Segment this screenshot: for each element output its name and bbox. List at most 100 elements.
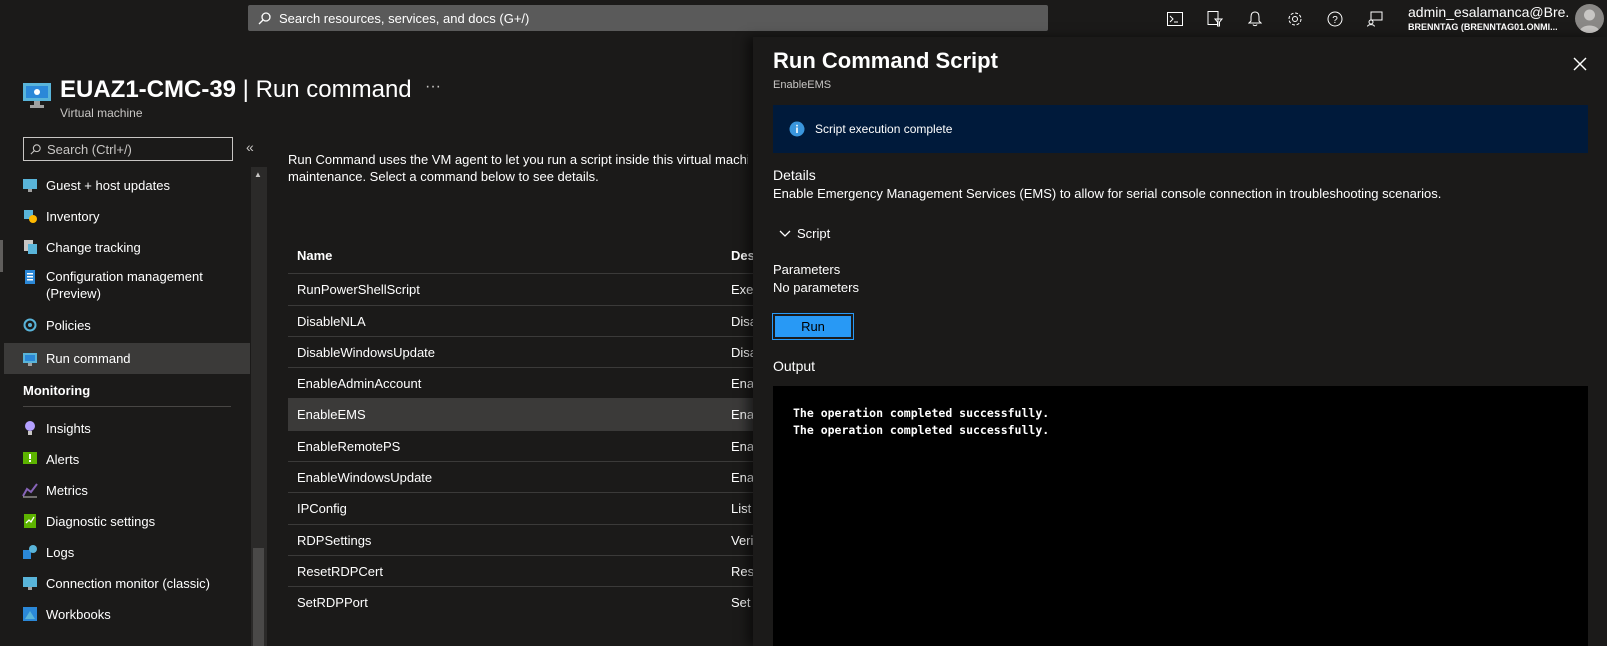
sidebar-divider [23, 406, 231, 407]
metrics-icon [22, 482, 38, 498]
sidebar-item-guest-host-updates[interactable]: Guest + host updates [4, 172, 250, 198]
collapse-sidebar-button[interactable]: « [246, 139, 254, 155]
global-search-placeholder: Search resources, services, and docs (G+… [279, 10, 530, 26]
command-name: RDPSettings [297, 533, 372, 548]
cloud-shell-icon[interactable] [1155, 7, 1195, 31]
info-message-bar: Script execution complete [773, 105, 1588, 153]
sidebar-item-label: Metrics [46, 482, 88, 498]
output-console[interactable]: The operation completed successfully. Th… [773, 386, 1588, 646]
sidebar-item-configuration-management[interactable]: Configuration management (Preview) [4, 265, 250, 305]
blade-title: | Run command [236, 76, 412, 103]
sidebar-scrollbar-thumb[interactable] [253, 548, 264, 646]
configuration-management-icon [22, 269, 38, 285]
table-row[interactable]: EnableWindowsUpdate Enab [288, 461, 761, 493]
sidebar-item-label: Connection monitor (classic) [46, 575, 211, 591]
sidebar-item-label: Workbooks [46, 606, 111, 622]
sidebar-item-label: Policies [46, 317, 91, 333]
script-label: Script [797, 226, 831, 241]
page-subtitle: Virtual machine [60, 106, 143, 120]
sidebar-item-change-tracking[interactable]: Change tracking [4, 234, 250, 260]
sidebar-item-policies[interactable]: Policies [4, 312, 250, 338]
left-edge-accent [0, 240, 3, 272]
global-search-input[interactable]: Search resources, services, and docs (G+… [248, 5, 1048, 31]
sidebar-item-connection-monitor[interactable]: Connection monitor (classic) [4, 570, 250, 596]
table-row[interactable]: EnableAdminAccount Enab [288, 367, 761, 399]
command-name: SetRDPPort [297, 595, 368, 610]
account-name: admin_esalamanca@Bre... [1408, 4, 1568, 20]
panel-subtitle: EnableEMS [773, 79, 832, 91]
more-options-button[interactable]: ··· [425, 78, 441, 96]
info-message-text: Script execution complete [815, 122, 953, 136]
directory-filter-icon[interactable] [1195, 7, 1235, 31]
sidebar-item-alerts[interactable]: Alerts [4, 446, 250, 472]
settings-icon[interactable] [1275, 7, 1315, 31]
alerts-icon [22, 451, 38, 467]
table-row[interactable]: EnableRemotePS Enab [288, 430, 761, 462]
chevron-down-icon [779, 230, 791, 238]
command-name: ResetRDPCert [297, 564, 383, 579]
info-icon [789, 121, 805, 137]
sidebar-item-inventory[interactable]: Inventory [4, 203, 250, 229]
virtual-machine-icon [22, 80, 52, 110]
table-row[interactable]: DisableWindowsUpdate Disa [288, 336, 757, 368]
search-icon [30, 143, 41, 155]
sidebar-item-label: Inventory [46, 208, 100, 224]
table-row[interactable]: RunPowerShellScript Exec [288, 273, 760, 305]
notifications-icon[interactable] [1235, 7, 1275, 31]
parameters-label: Parameters [773, 262, 841, 277]
page-title: EUAZ1-CMC-39 | Run command [60, 76, 412, 104]
svg-text:?: ? [1332, 15, 1338, 26]
table-row[interactable]: IPConfig List [288, 492, 754, 524]
table-row[interactable]: RDPSettings Veri [288, 524, 754, 556]
parameters-text: No parameters [773, 280, 859, 295]
command-name: IPConfig [297, 501, 347, 516]
search-icon [258, 11, 271, 25]
table-row-selected[interactable]: EnableEMS Enab [288, 398, 761, 430]
sidebar-section-monitoring: Monitoring [23, 383, 91, 398]
column-header-description[interactable]: Des [731, 248, 755, 263]
command-name: EnableAdminAccount [297, 376, 422, 391]
sidebar-search-input[interactable]: Search (Ctrl+/) [23, 137, 233, 161]
panel-title: Run Command Script [773, 48, 998, 73]
output-label: Output [773, 358, 816, 374]
description-line-2: maintenance. Select a command below to s… [288, 169, 599, 184]
sidebar-item-workbooks[interactable]: Workbooks [4, 601, 250, 627]
run-button[interactable]: Run [772, 313, 854, 340]
description-line-1: Run Command uses the VM agent to let you… [288, 152, 748, 167]
sidebar-item-diagnostic-settings[interactable]: Diagnostic settings [4, 508, 250, 534]
sidebar-item-label: Logs [46, 544, 75, 560]
command-name: DisableWindowsUpdate [297, 345, 436, 360]
command-description: Veri [731, 533, 754, 548]
sidebar-item-logs[interactable]: Logs [4, 539, 250, 565]
sidebar-item-label: Diagnostic settings [46, 513, 156, 529]
insights-icon [22, 420, 38, 436]
column-header-name[interactable]: Name [297, 248, 332, 263]
run-command-icon [22, 351, 38, 367]
run-command-script-panel: Run Command Script EnableEMS Script exec… [753, 37, 1607, 646]
table-row[interactable]: ResetRDPCert Rest [288, 555, 758, 587]
sidebar-item-metrics[interactable]: Metrics [4, 477, 250, 503]
sidebar-item-label: Run command [46, 351, 131, 366]
connection-monitor-icon [22, 575, 38, 591]
policies-icon [22, 317, 38, 333]
feedback-icon[interactable] [1355, 7, 1395, 31]
sidebar-item-run-command[interactable]: Run command [4, 343, 250, 374]
sidebar-item-insights[interactable]: Insights [4, 415, 250, 441]
table-row[interactable]: SetRDPPort Set [288, 586, 754, 618]
diagnostic-settings-icon [22, 513, 38, 529]
details-label: Details [773, 167, 816, 183]
avatar[interactable] [1575, 4, 1604, 33]
close-icon[interactable] [1570, 54, 1590, 74]
sidebar-item-label: Configuration management (Preview) [46, 269, 203, 301]
command-name: EnableRemotePS [297, 439, 401, 454]
page-header: EUAZ1-CMC-39 | Run command Virtual machi… [22, 76, 412, 120]
vm-name: EUAZ1-CMC-39 [60, 76, 237, 103]
scroll-up-arrow-icon[interactable]: ▲ [254, 170, 262, 179]
help-icon[interactable]: ? [1315, 7, 1355, 31]
table-row[interactable]: DisableNLA Disa [288, 305, 757, 337]
output-line: The operation completed successfully. [793, 423, 1050, 437]
account-menu[interactable]: admin_esalamanca@Bre... BRENNTAG (BRENNT… [1408, 4, 1568, 32]
script-expander[interactable]: Script [779, 226, 830, 241]
command-name: EnableEMS [297, 407, 366, 422]
sidebar-item-label: Change tracking [46, 239, 141, 255]
